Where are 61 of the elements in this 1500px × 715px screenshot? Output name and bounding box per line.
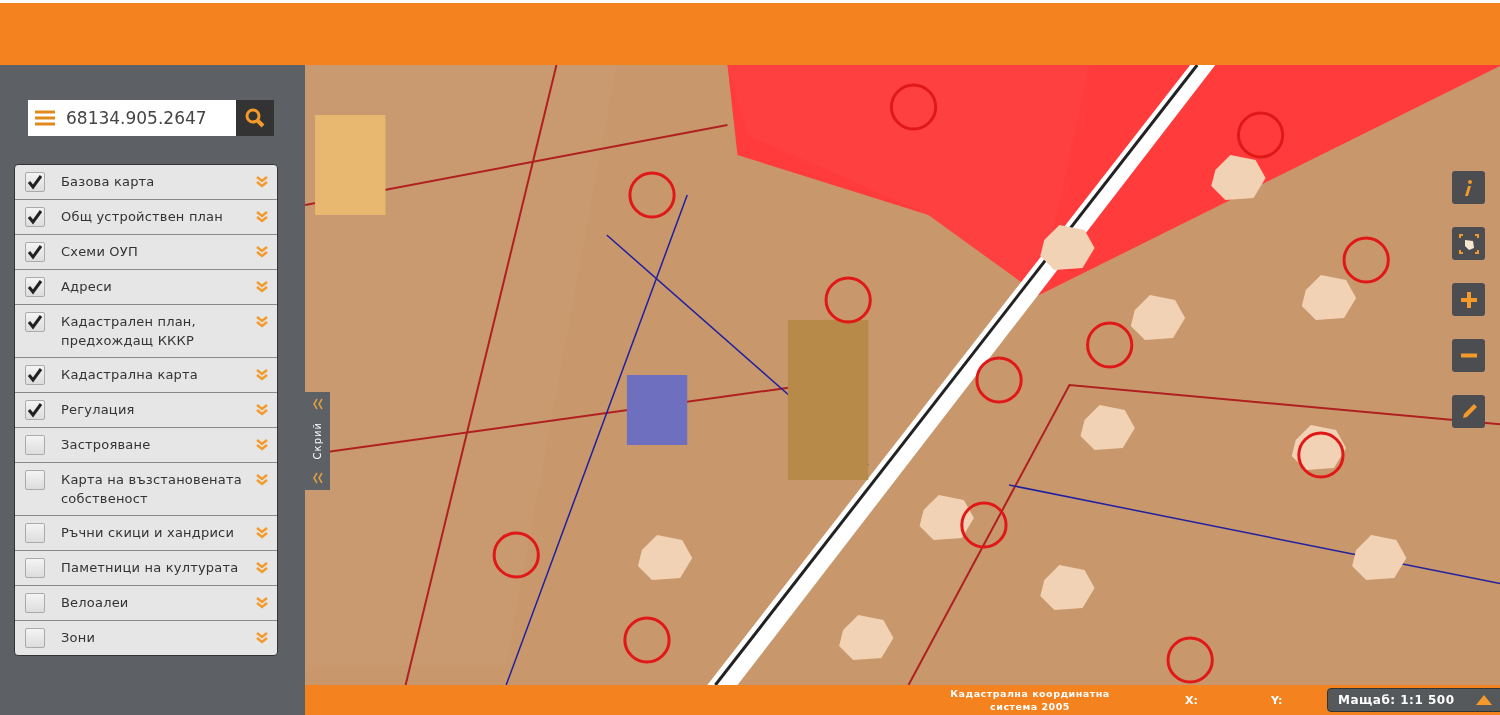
layer-label: Адреси <box>61 278 113 296</box>
y-label: Y: <box>1271 693 1284 707</box>
checkbox[interactable] <box>25 558 45 578</box>
double-chevron-icon[interactable] <box>255 315 269 329</box>
checkbox[interactable] <box>25 312 45 332</box>
coordinate-system-label: Кадастрална координатна система 2005 <box>949 687 1111 713</box>
double-chevron-icon[interactable] <box>255 631 269 645</box>
map-tool-button[interactable] <box>1452 227 1485 260</box>
layer-label: Кадастрален план, предхождащ КККР <box>61 313 197 350</box>
collapse-tab[interactable]: Скрий <box>305 392 330 490</box>
double-chevron-icon[interactable] <box>255 210 269 224</box>
checkbox[interactable] <box>25 523 45 543</box>
checkbox[interactable] <box>25 242 45 262</box>
double-chevron-icon <box>312 472 323 484</box>
scale-selector[interactable]: Мащаб: 1:1 500 <box>1327 688 1500 712</box>
checkbox[interactable] <box>25 628 45 648</box>
map-tool-button[interactable] <box>1452 171 1485 204</box>
double-chevron-icon[interactable] <box>255 561 269 575</box>
search-input[interactable]: 68134.905.2647 <box>66 108 226 128</box>
layer-label: Велоалеи <box>61 594 130 612</box>
checkbox[interactable] <box>25 277 45 297</box>
double-chevron-icon[interactable] <box>255 403 269 417</box>
search-icon <box>244 107 266 129</box>
checkbox[interactable] <box>25 400 45 420</box>
menu-icon[interactable] <box>34 109 56 127</box>
map-tool-button[interactable] <box>1452 339 1485 372</box>
layer-label: Ръчни скици и хандриси <box>61 524 236 542</box>
full-extent-icon <box>1458 233 1479 254</box>
double-chevron-icon[interactable] <box>255 596 269 610</box>
checkbox[interactable] <box>25 435 45 455</box>
layer-label: Регулация <box>61 401 136 419</box>
double-chevron-icon[interactable] <box>255 526 269 540</box>
map-tool-button[interactable] <box>1452 283 1485 316</box>
layer-label: Паметници на културата <box>61 559 240 577</box>
double-chevron-icon <box>312 398 323 410</box>
double-chevron-icon[interactable] <box>255 473 269 487</box>
double-chevron-icon[interactable] <box>255 368 269 382</box>
layer-label: Застрояване <box>61 436 152 454</box>
checkbox[interactable] <box>25 593 45 613</box>
double-chevron-icon[interactable] <box>255 280 269 294</box>
zoom-out-icon <box>1459 353 1478 358</box>
caret-icon <box>1476 695 1492 705</box>
layer-label: Общ устройствен план <box>61 208 224 226</box>
search-field[interactable]: 68134.905.2647 <box>28 100 236 136</box>
double-chevron-icon[interactable] <box>255 438 269 452</box>
checkbox[interactable] <box>25 470 45 490</box>
layer-label: Карта на възстановената собственост <box>61 471 243 508</box>
double-chevron-icon[interactable] <box>255 175 269 189</box>
layer-label: Базова карта <box>61 173 156 191</box>
zoom-in-icon <box>1458 289 1479 310</box>
layer-label: Кадастрална карта <box>61 366 199 384</box>
checkbox[interactable] <box>25 172 45 192</box>
checkbox[interactable] <box>25 365 45 385</box>
layer-label: Схеми ОУП <box>61 243 139 261</box>
layer-label: Зони <box>61 629 97 647</box>
map-tool-button[interactable] <box>1452 395 1485 428</box>
checkbox[interactable] <box>25 207 45 227</box>
x-label: X: <box>1185 693 1199 707</box>
info-icon <box>1464 178 1473 197</box>
double-chevron-icon[interactable] <box>255 245 269 259</box>
search-button[interactable] <box>236 100 274 136</box>
